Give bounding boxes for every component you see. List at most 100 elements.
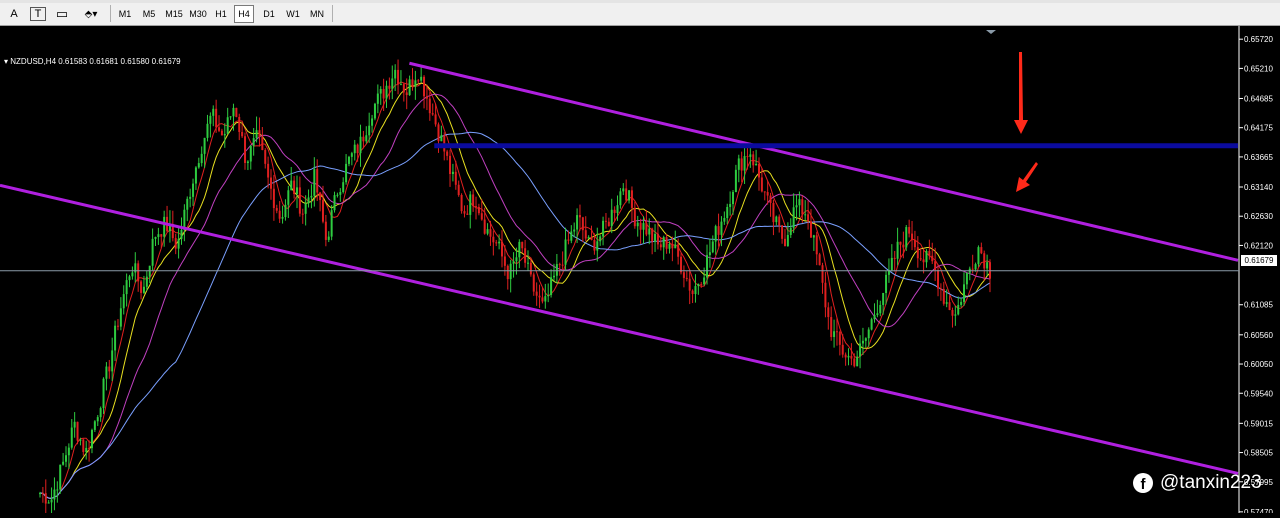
timeframe-w1-button[interactable]: W1 — [283, 5, 303, 23]
candle-body — [111, 350, 114, 372]
candle-body — [766, 192, 769, 196]
candle-body — [931, 255, 934, 262]
candle-body — [942, 288, 945, 304]
candle-body — [460, 194, 463, 212]
candle-body — [345, 163, 348, 183]
candle-body — [677, 244, 680, 257]
candle-body — [408, 79, 411, 96]
candle-body — [616, 205, 619, 214]
candle-body — [425, 96, 428, 99]
candle-body — [861, 340, 864, 344]
candle-body — [778, 216, 781, 226]
label-tool-icon[interactable]: ▭ — [54, 5, 70, 23]
price-tick-label: 0.65210 — [1244, 64, 1273, 73]
price-tick-label: 0.64685 — [1244, 94, 1273, 103]
candle-body — [633, 207, 636, 227]
candle-body — [821, 265, 824, 283]
candle-body — [757, 163, 760, 178]
candle-body — [905, 227, 908, 248]
timeframe-h4-button[interactable]: H4 — [234, 5, 254, 23]
price-tick-label: 0.63665 — [1244, 153, 1273, 162]
price-chart[interactable]: 0.65720 0.65210 0.64685 0.64175 0.63665 0.631… — [0, 26, 1280, 517]
candle-body — [324, 221, 327, 240]
timeframe-mn-button[interactable]: MN — [307, 5, 327, 23]
candle-body — [951, 310, 954, 316]
candle-body — [128, 276, 131, 281]
candle-body — [180, 229, 183, 239]
candle-body — [639, 222, 642, 230]
current-price-label: 0.61679 — [1241, 255, 1277, 266]
candle-body — [284, 204, 287, 218]
candle-body — [723, 218, 726, 222]
candle-body — [703, 277, 706, 285]
candle-body — [267, 163, 270, 178]
candle-body — [399, 84, 402, 86]
candle-body — [472, 194, 475, 207]
timeframe-m15-button[interactable]: M15 — [163, 5, 185, 23]
candle-body — [122, 294, 125, 309]
candle-body — [680, 256, 683, 273]
candle-body — [963, 284, 966, 302]
candle-body — [890, 257, 893, 271]
candle-body — [258, 130, 261, 138]
candle-body — [919, 258, 922, 260]
candle-body — [726, 206, 729, 219]
candle-body — [610, 209, 613, 227]
timeframe-m1-button[interactable]: M1 — [116, 5, 134, 23]
candle-body — [899, 241, 902, 245]
text-label-tool-icon[interactable]: T — [30, 7, 46, 21]
candle-body — [515, 257, 518, 262]
candle-body — [567, 239, 570, 241]
candle-body — [157, 234, 160, 238]
candle-body — [908, 227, 911, 234]
price-tick-label: 0.62120 — [1244, 241, 1273, 250]
chart-area[interactable]: 0.65720 0.65210 0.64685 0.64175 0.63665 0.631… — [0, 26, 1280, 517]
candle-body — [694, 286, 697, 295]
price-scale: 0.65720 0.65210 0.64685 0.64175 0.63665 0.631… — [1239, 35, 1273, 517]
candle-body — [795, 205, 798, 208]
candle-body — [815, 235, 818, 255]
channel-lower-line[interactable] — [0, 183, 1239, 475]
candle-body — [801, 199, 804, 215]
candle-body — [506, 265, 509, 280]
candle-body — [64, 455, 67, 462]
timeframe-m5-button[interactable]: M5 — [140, 5, 158, 23]
candle-body — [108, 366, 111, 372]
candle-body — [339, 192, 342, 195]
candle-body — [44, 493, 47, 504]
candle-body — [99, 408, 102, 418]
candle-body — [645, 223, 648, 235]
candle-body — [564, 239, 567, 265]
candle-body — [841, 344, 844, 355]
candle-body — [160, 234, 163, 237]
candle-body — [454, 171, 457, 185]
candle-body — [913, 239, 916, 248]
candle-body — [578, 215, 581, 218]
candle-body — [319, 192, 322, 201]
timeframe-h1-button[interactable]: H1 — [212, 5, 230, 23]
candle-body — [763, 191, 766, 193]
candle-body — [665, 237, 668, 249]
candle-body — [752, 154, 755, 166]
candle-body — [501, 241, 504, 257]
candle-body — [659, 244, 662, 248]
candle-body — [671, 243, 674, 249]
candle-body — [290, 180, 293, 191]
candle-body — [532, 274, 535, 292]
timeframe-d1-button[interactable]: D1 — [260, 5, 278, 23]
candle-body — [911, 233, 914, 240]
candle-body — [642, 223, 645, 230]
candle-body — [405, 92, 408, 96]
candle-body — [749, 154, 752, 157]
price-tick-label: 0.57470 — [1244, 508, 1273, 513]
candle-body — [373, 103, 376, 119]
shapes-tool-icon[interactable]: ⬘▾ — [78, 5, 104, 23]
candle-body — [827, 307, 830, 318]
candle-body — [688, 278, 691, 291]
timeframe-m30-button[interactable]: M30 — [187, 5, 209, 23]
candle-body — [674, 244, 677, 249]
channel-upper-line[interactable] — [409, 61, 1239, 262]
price-tick-label: 0.63140 — [1244, 183, 1273, 192]
candle-body — [272, 188, 275, 209]
text-tool-icon[interactable]: A — [6, 5, 22, 23]
